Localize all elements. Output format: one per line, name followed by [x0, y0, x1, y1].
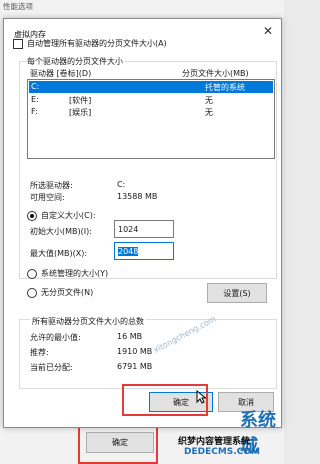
custom-size-option[interactable]: 自定义大小(C):	[27, 210, 96, 221]
set-button[interactable]: 设置(S)	[207, 283, 267, 303]
watermark-url: DEDECMS.COM	[184, 447, 260, 457]
min-allowed-label: 允许的最小值:	[30, 333, 81, 342]
watermark: 系统城 织梦内容管理系统 DEDECMS.COM	[174, 410, 282, 462]
custom-size-radio[interactable]	[27, 210, 37, 221]
free-space-value: 13588 MB	[117, 192, 158, 201]
no-paging-option[interactable]: 无分页文件(N)	[27, 287, 93, 298]
selected-drive-label: 所选驱动器:	[30, 181, 73, 190]
auto-manage-label: 自动管理所有驱动器的分页文件大小(A)	[27, 39, 167, 48]
total-paging-group-label: 所有驱动器分页文件大小的总数	[30, 316, 146, 327]
no-paging-radio[interactable]	[27, 287, 37, 298]
recommended-value: 1910 MB	[117, 347, 153, 356]
watermark-site-name: 织梦内容管理系统	[178, 437, 251, 447]
current-allocated-label: 当前已分配:	[30, 363, 73, 372]
drive-paging-group-label: 每个驱动器的分页文件大小	[25, 56, 125, 67]
mouse-pointer-icon	[196, 390, 206, 404]
list-item[interactable]: E: [软件] 无	[29, 94, 273, 106]
drive-list[interactable]: C: 托管的系统 E: [软件] 无 F: [娱乐] 无	[27, 79, 275, 159]
min-allowed-value: 16 MB	[117, 332, 143, 341]
parent-window-title: 性能选项	[3, 2, 33, 11]
auto-manage-checkbox[interactable]	[13, 38, 23, 49]
max-size-value: 2048	[118, 247, 139, 256]
list-item[interactable]: C: 托管的系统	[29, 81, 273, 93]
virtual-memory-dialog: 虚拟内存 ✕ 自动管理所有驱动器的分页文件大小(A) 每个驱动器的分页文件大小 …	[3, 18, 282, 428]
highlight-box-parent-ok	[78, 422, 158, 464]
system-managed-radio[interactable]	[27, 268, 37, 279]
current-allocated-value: 6791 MB	[117, 362, 153, 371]
selected-drive-value: C:	[117, 180, 126, 189]
system-managed-option[interactable]: 系统管理的大小(Y)	[27, 268, 108, 279]
custom-size-label: 自定义大小(C):	[41, 211, 96, 220]
max-size-input[interactable]: 2048	[114, 242, 174, 260]
initial-size-input[interactable]: 1024	[114, 220, 174, 238]
recommended-label: 推荐:	[30, 348, 49, 357]
system-managed-label: 系统管理的大小(Y)	[41, 269, 109, 278]
auto-manage-row[interactable]: 自动管理所有驱动器的分页文件大小(A)	[13, 38, 167, 49]
max-size-label: 最大值(MB)(X):	[30, 249, 88, 258]
column-header-size: 分页文件大小(MB)	[182, 69, 249, 78]
free-space-label: 可用空间:	[30, 193, 65, 202]
column-header-drive: 驱动器 [卷标](D)	[30, 69, 92, 78]
initial-size-label: 初始大小(MB)(I):	[30, 227, 92, 236]
list-item[interactable]: F: [娱乐] 无	[29, 106, 273, 118]
no-paging-label: 无分页文件(N)	[41, 288, 94, 297]
close-icon[interactable]: ✕	[261, 23, 275, 39]
